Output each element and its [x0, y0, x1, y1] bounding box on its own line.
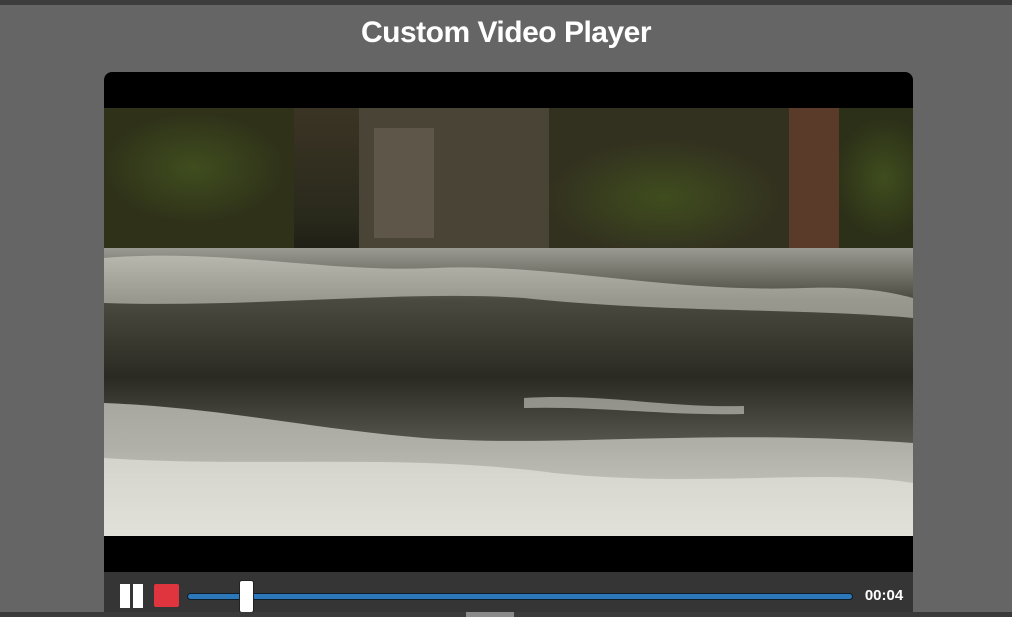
video-frame[interactable] — [104, 108, 913, 536]
video-player: 00:04 — [104, 72, 913, 617]
pause-icon — [120, 584, 130, 608]
browser-top-strip — [0, 0, 1012, 5]
video-image — [104, 108, 913, 536]
stop-button[interactable] — [154, 584, 179, 607]
progress-bar[interactable] — [187, 593, 853, 600]
player-controls: 00:04 — [104, 572, 913, 617]
horizontal-scrollbar[interactable] — [466, 612, 514, 617]
page-title: Custom Video Player — [360, 16, 652, 49]
pause-icon-bar — [133, 584, 143, 608]
progress-thumb[interactable] — [239, 580, 255, 613]
elapsed-time: 00:04 — [864, 587, 904, 604]
pause-button[interactable] — [118, 584, 144, 608]
